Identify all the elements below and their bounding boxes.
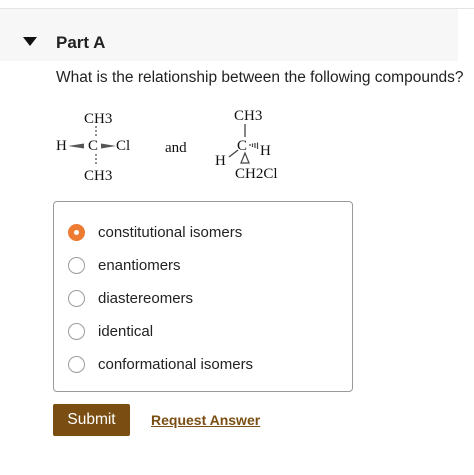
- and-label: and: [165, 140, 187, 156]
- option-constitutional-isomers[interactable]: constitutional isomers: [68, 219, 242, 245]
- caret-down-icon[interactable]: [23, 37, 37, 46]
- left-right-label: Cl: [116, 138, 130, 154]
- left-center-label: C: [88, 138, 98, 154]
- left-left-label: H: [56, 138, 67, 154]
- radio-button-selected[interactable]: [68, 223, 85, 241]
- right-right-label: H: [260, 143, 271, 159]
- compound-structures: CH3 H C Cl CH3 and CH3 C H H CH2Cl: [56, 108, 278, 184]
- option-label: identical: [98, 322, 154, 340]
- right-bottom-wedge: [240, 151, 250, 164]
- option-conformational-isomers[interactable]: conformational isomers: [68, 351, 253, 377]
- part-title: Part A: [56, 33, 106, 52]
- radio-button[interactable]: [68, 355, 85, 373]
- submit-button[interactable]: Submit: [53, 404, 130, 436]
- option-label: enantiomers: [98, 256, 181, 274]
- left-top-label: CH3: [84, 111, 112, 127]
- right-left-label: H: [215, 153, 226, 169]
- radio-button[interactable]: [68, 289, 85, 307]
- option-label: diastereomers: [98, 289, 194, 307]
- right-top-label: CH3: [234, 108, 262, 124]
- question-text: What is the relationship between the fol…: [56, 69, 464, 86]
- right-hash-bond: [249, 142, 259, 149]
- option-enantiomers[interactable]: enantiomers: [68, 252, 181, 278]
- right-center-label: C: [237, 138, 247, 154]
- left-left-wedge: [68, 143, 84, 149]
- request-answer-link[interactable]: Request Answer: [151, 412, 260, 428]
- option-label: constitutional isomers: [98, 223, 243, 241]
- answer-options: constitutional isomers enantiomers diast…: [53, 201, 353, 392]
- option-label: conformational isomers: [98, 355, 254, 373]
- part-header[interactable]: Part A: [0, 9, 458, 61]
- left-bottom-label: CH3: [84, 168, 112, 184]
- right-bottom-label: CH2Cl: [235, 166, 278, 182]
- option-diastereomers[interactable]: diastereomers: [68, 285, 193, 311]
- radio-button[interactable]: [68, 256, 85, 274]
- left-right-wedge: [101, 143, 116, 149]
- option-identical[interactable]: identical: [68, 318, 153, 344]
- radio-button[interactable]: [68, 322, 85, 340]
